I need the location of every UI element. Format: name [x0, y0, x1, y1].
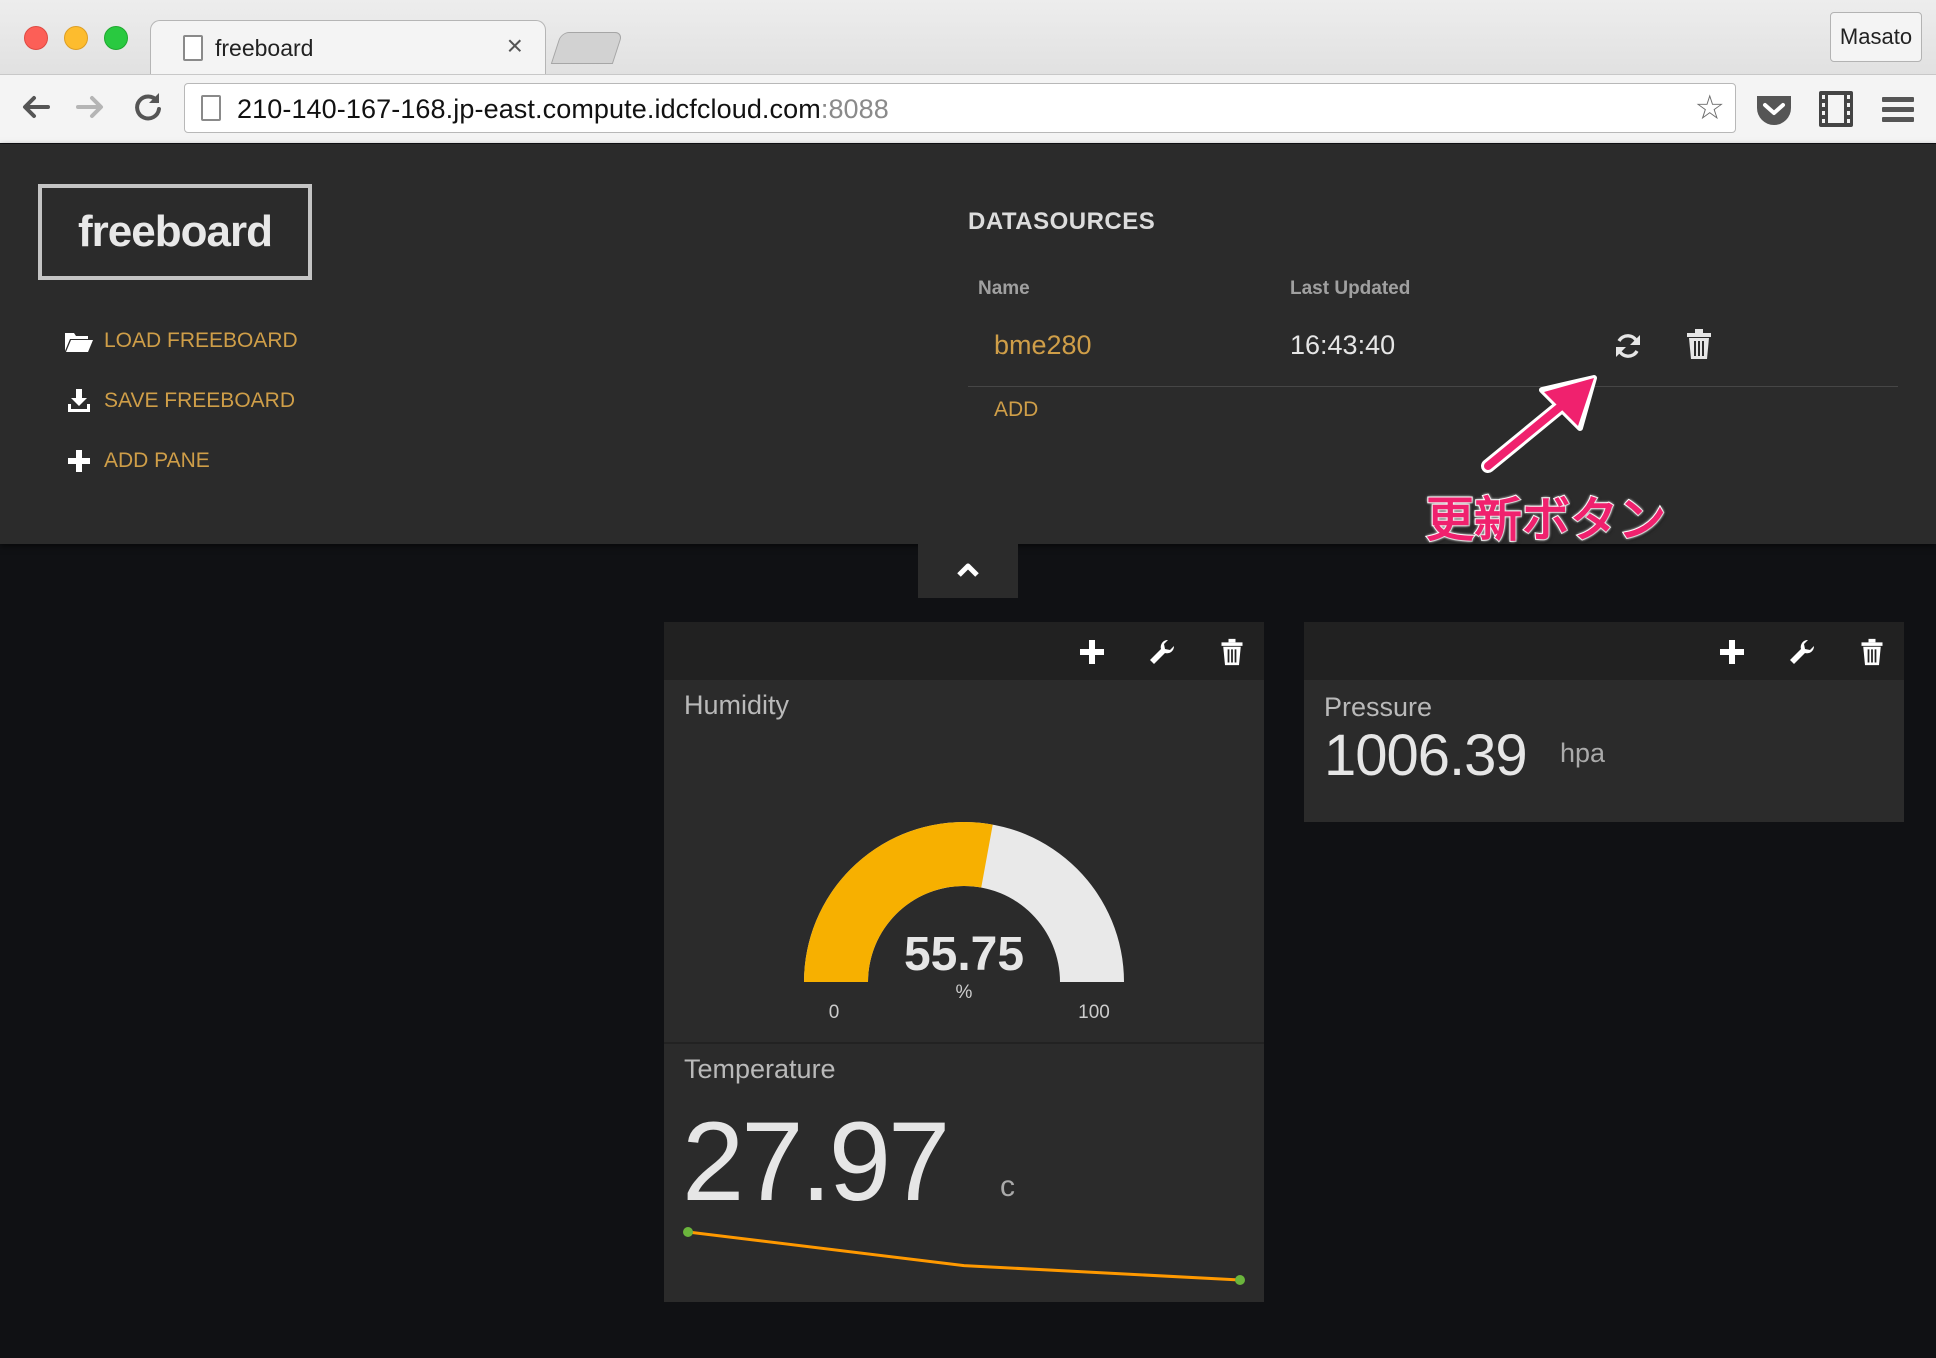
refresh-icon [1616, 334, 1640, 358]
add-widget-button[interactable] [1718, 638, 1746, 666]
pressure-unit: hpa [1560, 738, 1606, 768]
trash-icon [1861, 638, 1883, 666]
tab-close-button[interactable]: × [507, 30, 523, 61]
folder-open-icon [64, 328, 94, 354]
temperature-unit: c [1000, 1170, 1015, 1203]
film-button[interactable] [1814, 87, 1858, 131]
add-pane-label: ADD PANE [104, 449, 210, 472]
widget-divider [664, 1042, 1264, 1044]
new-tab-button[interactable] [550, 32, 624, 64]
forward-arrow-icon [76, 96, 103, 118]
forward-button[interactable] [70, 87, 110, 127]
browser-toolbar: 210-140-167-168.jp-east.compute.idcfclou… [0, 74, 1936, 143]
edit-pane-button[interactable] [1148, 638, 1176, 666]
plus-icon [64, 448, 94, 474]
load-freeboard-label: LOAD FREEBOARD [104, 329, 298, 352]
reload-button[interactable] [128, 87, 168, 127]
datasources-title: DATASOURCES [968, 208, 1156, 235]
datasource-name-link[interactable]: bme280 [994, 330, 1092, 361]
save-freeboard-label: SAVE FREEBOARD [104, 389, 295, 412]
save-freeboard-button[interactable]: SAVE FREEBOARD [64, 386, 295, 416]
address-bar[interactable]: 210-140-167-168.jp-east.compute.idcfclou… [184, 83, 1736, 133]
pocket-button[interactable] [1752, 87, 1796, 131]
pane-header [1304, 622, 1904, 680]
reload-icon [135, 93, 161, 121]
minimize-window-button[interactable] [64, 26, 88, 50]
pane-humidity-temperature: Humidity 55.75 % 0 100 Temperature 27.97… [664, 622, 1264, 1302]
plus-icon [1080, 640, 1104, 664]
page-icon [183, 35, 203, 61]
back-arrow-icon [23, 96, 50, 118]
bookmark-star-icon[interactable]: ☆ [1695, 90, 1725, 126]
gauge-unit: % [956, 982, 973, 1003]
add-widget-button[interactable] [1078, 638, 1106, 666]
delete-pane-button[interactable] [1860, 638, 1888, 666]
add-datasource-button[interactable]: ADD [994, 398, 1038, 422]
delete-pane-button[interactable] [1220, 638, 1248, 666]
gauge-title: Humidity [684, 690, 790, 720]
collapse-header-button[interactable] [918, 544, 1018, 598]
load-freeboard-button[interactable]: LOAD FREEBOARD [64, 326, 298, 356]
gauge-value: 55.75 [904, 928, 1024, 981]
sparkline-line [687, 1230, 1241, 1282]
hamburger-menu-icon [1882, 97, 1914, 122]
add-pane-button[interactable]: ADD PANE [64, 446, 210, 476]
browser-chrome: freeboard × Masato 210-140-167-168.jp-ea… [0, 0, 1936, 143]
edit-pane-button[interactable] [1788, 638, 1816, 666]
close-window-button[interactable] [24, 26, 48, 50]
url-host: 210-140-167-168.jp-east.compute.idcfclou… [237, 94, 821, 124]
humidity-gauge: 55.75 % 0 100 [804, 822, 1124, 1023]
gauge-max: 100 [1078, 1002, 1110, 1023]
tab-title: freeboard [215, 35, 314, 61]
wrench-icon [1150, 639, 1175, 664]
datasource-last-updated: 16:43:40 [1290, 330, 1396, 360]
wrench-icon [1790, 639, 1815, 664]
last-updated-column-header: Last Updated [1290, 278, 1411, 299]
annotation-label: 更新ボタン [1425, 493, 1667, 548]
pane-pressure: Pressure 1006.39 hpa [1304, 622, 1904, 822]
datasource-divider [968, 386, 1898, 387]
plus-icon [1720, 640, 1744, 664]
download-icon [64, 388, 94, 414]
name-column-header: Name [978, 278, 1030, 299]
browser-tab[interactable]: freeboard × [150, 20, 546, 74]
temperature-sparkline [683, 1227, 1245, 1285]
refresh-button[interactable] [1612, 330, 1644, 362]
delete-datasource-button[interactable] [1686, 328, 1712, 360]
temperature-value: 27.97 [682, 1099, 950, 1224]
pressure-value: 1006.39 [1324, 723, 1528, 788]
trash-icon [1687, 329, 1711, 359]
pane-header [664, 622, 1264, 680]
film-strip-icon [1819, 91, 1853, 127]
chrome-menu-button[interactable] [1876, 87, 1920, 131]
temperature-title: Temperature [684, 1054, 836, 1084]
sparkline-start-point [683, 1227, 693, 1237]
pocket-icon [1757, 96, 1791, 125]
page-icon [201, 95, 221, 121]
profile-button[interactable]: Masato [1830, 12, 1922, 62]
zoom-window-button[interactable] [104, 26, 128, 50]
url-port: :8088 [820, 94, 889, 124]
sparkline-end-point [1235, 1275, 1245, 1285]
back-button[interactable] [16, 87, 56, 127]
pressure-title: Pressure [1324, 692, 1433, 722]
gauge-min: 0 [829, 1002, 840, 1023]
freeboard-logo: freeboard [38, 184, 312, 280]
chevron-up-icon [957, 563, 979, 577]
annotation-arrow [1481, 375, 1597, 473]
url-text[interactable]: 210-140-167-168.jp-east.compute.idcfclou… [237, 94, 889, 125]
trash-icon [1221, 638, 1243, 666]
